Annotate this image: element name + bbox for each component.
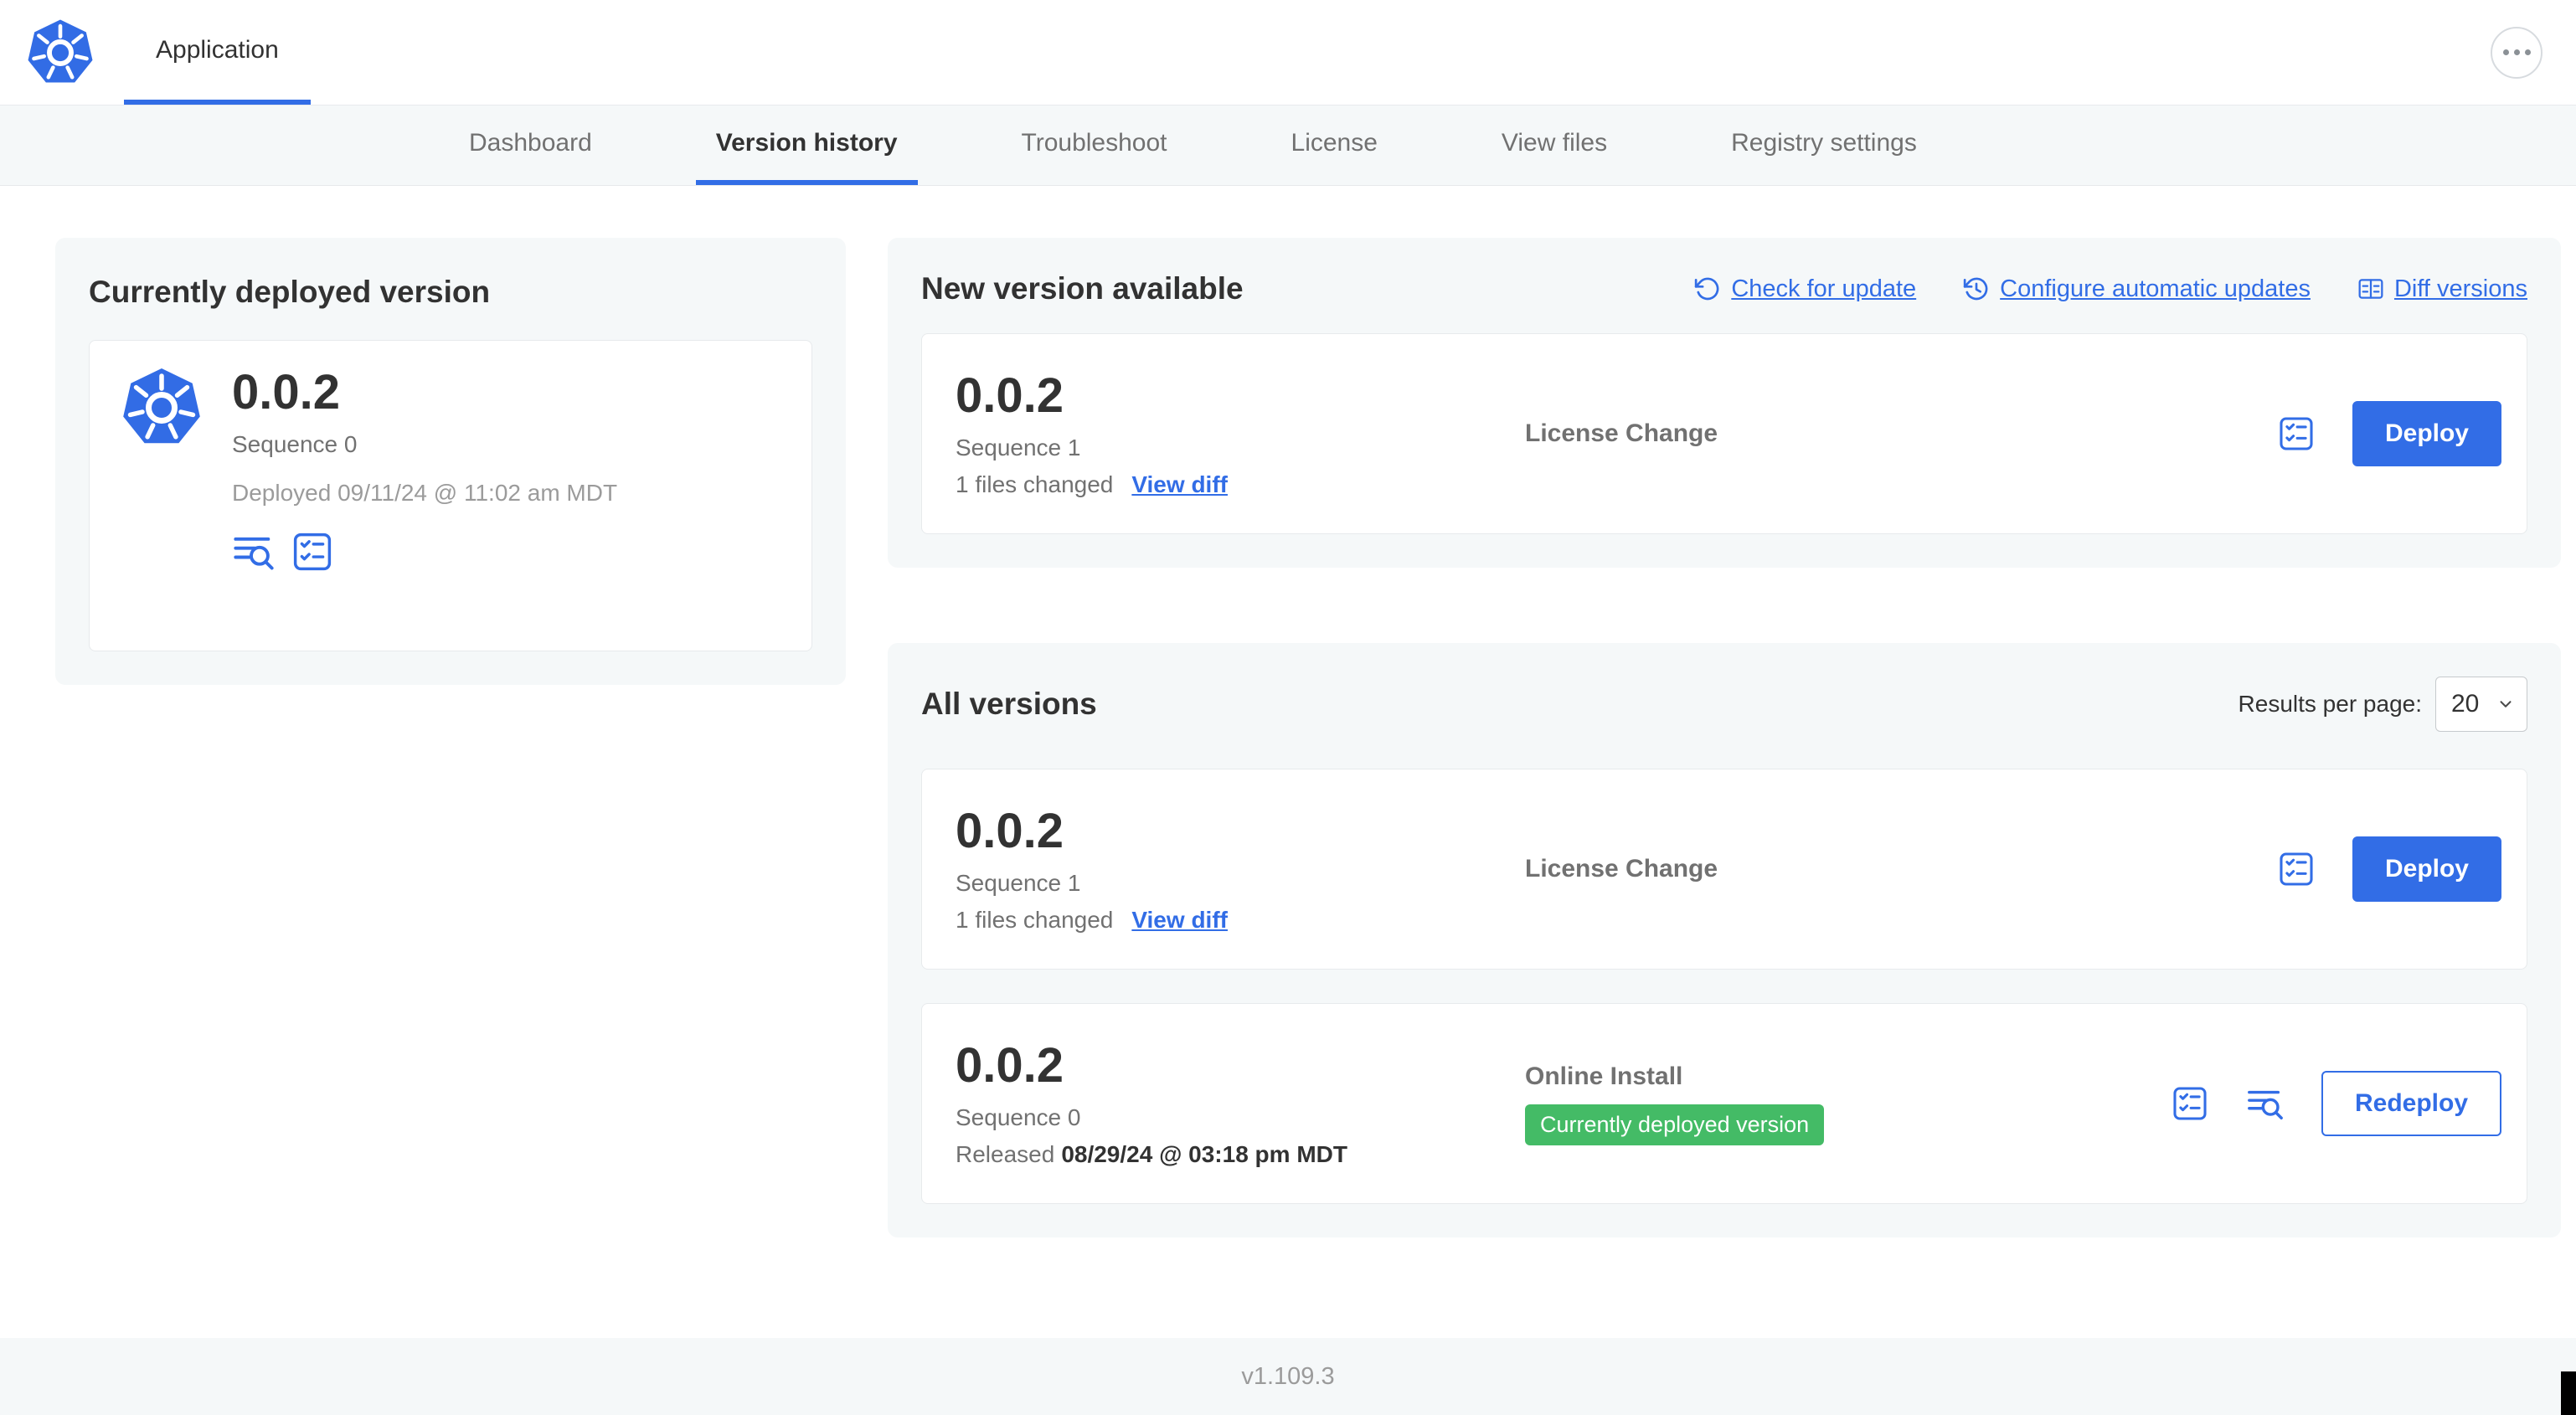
results-per-page-select[interactable]: 20 (2435, 677, 2527, 732)
deployed-version-number: 0.0.2 (232, 365, 340, 419)
tab-dashboard[interactable]: Dashboard (449, 105, 612, 185)
all-versions-heading: All versions (921, 687, 1097, 721)
view-diff-link[interactable]: View diff (1131, 907, 1228, 934)
deployed-version-card: 0.0.2 Sequence 0 Deployed 09/11/24 @ 11:… (89, 340, 812, 651)
kubernetes-logo-icon (17, 0, 95, 105)
files-changed: 1 files changed (956, 471, 1114, 497)
checklist-icon (293, 533, 332, 570)
subnav: Dashboard Version history Troubleshoot L… (0, 105, 2576, 186)
tab-view-files[interactable]: View files (1481, 105, 1627, 185)
topbar-left: Application (17, 0, 311, 105)
kubernetes-app-icon (120, 366, 204, 625)
release-notes-icon (2248, 1090, 2283, 1119)
version-row: 0.0.2 Sequence 0 Released 08/29/24 @ 03:1… (921, 1003, 2527, 1204)
ellipsis-icon (2502, 49, 2509, 55)
tab-troubleshoot[interactable]: Troubleshoot (1002, 105, 1188, 185)
check-for-update-link[interactable]: Check for update (1694, 275, 1916, 303)
release-notes-icon-button[interactable] (232, 530, 276, 574)
config-icon-button[interactable] (2277, 414, 2316, 453)
version-number: 0.0.2 (956, 1038, 1064, 1093)
deploy-button[interactable]: Deploy (2352, 401, 2501, 466)
tab-license[interactable]: License (1271, 105, 1398, 185)
topbar: Application (0, 0, 2576, 105)
deployed-sequence: Sequence 0 (232, 430, 358, 457)
chevron-down-icon (2500, 701, 2512, 708)
schedule-icon (1963, 277, 1988, 301)
checklist-icon (2173, 1087, 2207, 1120)
new-version-heading: New version available (921, 271, 1244, 306)
all-versions-panel: All versions Results per page: 20 0.0.2 … (888, 643, 2561, 1237)
checklist-icon (2280, 417, 2313, 450)
version-sequence: Sequence 1 (956, 869, 1081, 896)
overflow-menu-button[interactable] (2491, 26, 2543, 79)
version-row: 0.0.2 Sequence 1 1 files changed View di… (921, 769, 2527, 970)
configure-automatic-updates-link[interactable]: Configure automatic updates (1963, 275, 2311, 303)
screen-artifact (2561, 1371, 2576, 1415)
tab-registry-settings[interactable]: Registry settings (1711, 105, 1937, 185)
diff-icon (2358, 279, 2383, 299)
tab-version-history[interactable]: Version history (695, 105, 918, 185)
config-icon-button[interactable] (2171, 1084, 2209, 1123)
new-version-row: 0.0.2 Sequence 1 1 files changed View di… (921, 333, 2527, 534)
config-icon-button[interactable] (291, 530, 334, 574)
version-source: License Change (1525, 419, 1718, 447)
view-diff-link[interactable]: View diff (1131, 471, 1228, 498)
version-number: 0.0.2 (956, 804, 1064, 859)
diff-versions-link[interactable]: Diff versions (2357, 275, 2527, 303)
checklist-icon (2280, 852, 2313, 886)
version-number: 0.0.2 (956, 368, 1064, 424)
version-source: License Change (1525, 855, 1718, 882)
refresh-icon (1695, 277, 1719, 301)
version-sequence: Sequence 1 (956, 434, 1081, 461)
tab-application[interactable]: Application (124, 0, 311, 105)
app-tab-label: Application (156, 35, 279, 64)
release-notes-icon-button[interactable] (2246, 1084, 2285, 1123)
currently-deployed-badge: Currently deployed version (1525, 1104, 1825, 1145)
currently-deployed-panel: Currently deployed version 0.0.2 Sequenc… (55, 238, 846, 685)
files-changed: 1 files changed (956, 906, 1114, 933)
footer: v1.109.3 (0, 1338, 2576, 1415)
main-content: Currently deployed version 0.0.2 Sequenc… (0, 186, 2576, 1338)
deploy-button[interactable]: Deploy (2352, 836, 2501, 902)
version-source: Online Install (1525, 1062, 1683, 1090)
console-version: v1.109.3 (1241, 1362, 1335, 1390)
redeploy-button[interactable]: Redeploy (2321, 1071, 2501, 1136)
new-version-panel: New version available Check for update C… (888, 238, 2561, 568)
released-timestamp: 08/29/24 @ 03:18 pm MDT (1061, 1140, 1347, 1167)
deployed-timestamp: Deployed 09/11/24 @ 11:02 am MDT (232, 479, 618, 506)
config-icon-button[interactable] (2277, 850, 2316, 888)
version-sequence: Sequence 0 (956, 1104, 1081, 1130)
currently-deployed-heading: Currently deployed version (89, 275, 491, 309)
released-label: Released (956, 1140, 1055, 1167)
results-per-page-label: Results per page: (2238, 691, 2422, 717)
release-notes-icon (234, 537, 274, 570)
